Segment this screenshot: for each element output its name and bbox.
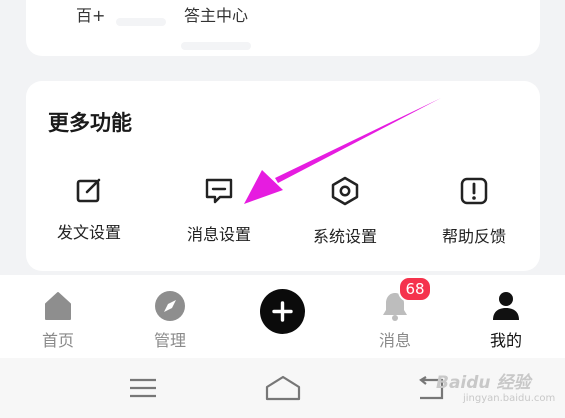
- faded-placeholder: [181, 42, 251, 50]
- tab-label: 消息: [378, 331, 411, 350]
- message-icon: [205, 178, 233, 204]
- feature-label: 系统设置: [312, 227, 377, 246]
- watermark-logo: Baidu 经验: [436, 373, 531, 393]
- settings-hexagon-icon: [331, 176, 359, 206]
- tab-label: 我的: [489, 331, 522, 350]
- top-card: 百+ 答主中心: [26, 0, 540, 56]
- user-icon: [493, 292, 519, 320]
- tab-manage[interactable]: 管理: [130, 289, 210, 351]
- unread-badge: 68: [398, 276, 432, 302]
- tab-label: 管理: [153, 331, 186, 350]
- menu-icon[interactable]: [128, 376, 158, 400]
- answerer-center-link[interactable]: 答主中心: [184, 2, 248, 26]
- tab-mine[interactable]: 我的: [466, 289, 546, 351]
- bottom-tab-bar: 首页 管理 消息 68 我的: [0, 275, 565, 358]
- help-alert-icon: [460, 177, 488, 205]
- home-outline-icon[interactable]: [264, 374, 302, 402]
- feature-label: 发文设置: [56, 223, 121, 242]
- section-title: 更多功能: [48, 111, 132, 135]
- plus-icon: [272, 301, 293, 322]
- feature-label: 消息设置: [186, 225, 251, 244]
- faded-placeholder: [116, 18, 166, 26]
- compass-icon: [155, 291, 185, 321]
- tab-label: 首页: [41, 331, 74, 350]
- tab-home[interactable]: 首页: [18, 289, 98, 351]
- watermark-url: jingyan.baidu.com: [463, 393, 556, 404]
- message-settings-item[interactable]: 消息设置: [164, 175, 274, 245]
- more-functions-card: 更多功能 发文设置 消息设置 系统设置 帮助反馈: [26, 81, 540, 271]
- post-settings-item[interactable]: 发文设置: [34, 175, 144, 243]
- post-button[interactable]: [260, 289, 305, 334]
- top-card-left-text[interactable]: 百+: [76, 2, 105, 26]
- feature-label: 帮助反馈: [441, 227, 506, 246]
- home-icon: [45, 292, 71, 320]
- edit-icon: [76, 178, 101, 203]
- help-feedback-item[interactable]: 帮助反馈: [419, 175, 529, 247]
- system-settings-item[interactable]: 系统设置: [290, 175, 400, 247]
